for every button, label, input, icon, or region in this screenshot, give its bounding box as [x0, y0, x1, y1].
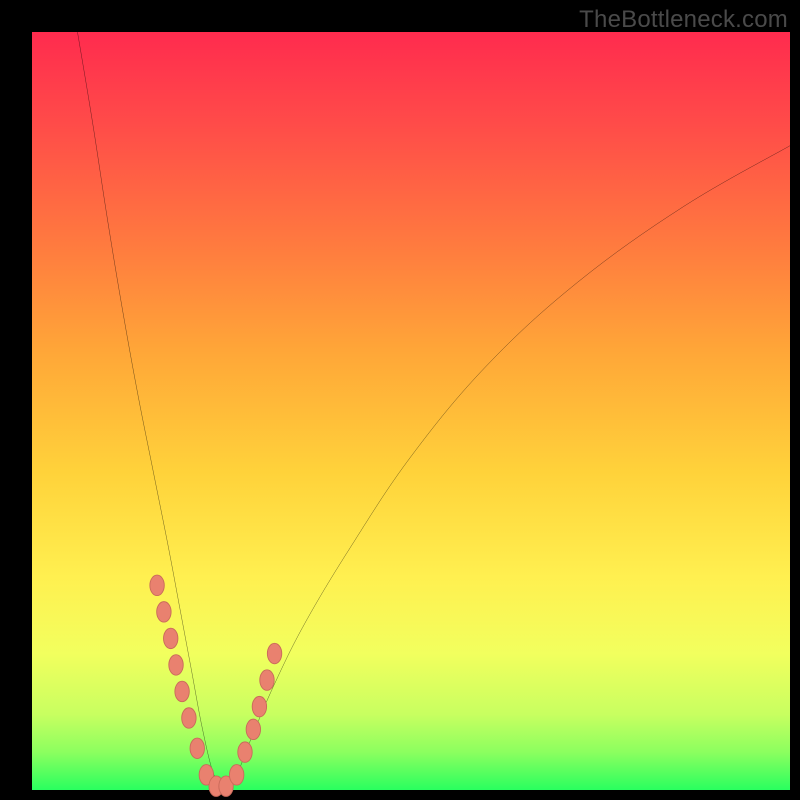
marker-dot [267, 643, 281, 663]
marker-dot [190, 738, 204, 758]
marker-dot [164, 628, 178, 648]
marker-dot [238, 742, 252, 762]
marker-dot [175, 681, 189, 701]
chart-stage: TheBottleneck.com [0, 0, 800, 800]
marker-dot [252, 696, 266, 716]
curve-layer [32, 32, 790, 790]
marker-dot [150, 575, 164, 595]
plot-area [32, 32, 790, 790]
marker-dot [157, 602, 171, 622]
marker-dot [246, 719, 260, 739]
marker-dot [260, 670, 274, 690]
marker-dot [169, 655, 183, 675]
watermark-text: TheBottleneck.com [579, 6, 788, 34]
marker-dot [182, 708, 196, 728]
marker-dot [229, 765, 243, 785]
highlight-markers [150, 575, 282, 796]
bottleneck-curve [77, 32, 790, 790]
